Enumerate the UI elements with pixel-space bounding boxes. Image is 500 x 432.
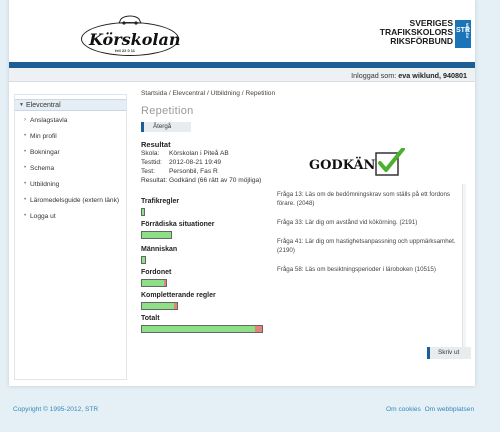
category-bar-wrong (174, 303, 177, 309)
feedback-item: Fråga 33: Lär dig om avstånd vid kökörni… (277, 219, 418, 226)
user-bar: Inloggad som: eva wiklund, 940801 (9, 68, 475, 82)
result-key: Test: (141, 168, 155, 175)
feedback-item: Fråga 41: Lär dig om hastighetsanpassnin… (277, 238, 456, 254)
result-key: Resultat: (141, 177, 168, 184)
bullet-icon: › (24, 117, 26, 123)
sidebar-item-label: Utbildning (30, 181, 60, 188)
print-button[interactable]: Skriv ut (427, 347, 471, 359)
category-bar (141, 256, 146, 264)
nav-group-label: Elevcentral (26, 102, 61, 109)
category-bar (141, 302, 178, 310)
result-heading: Resultat (141, 140, 171, 149)
category-bar (141, 208, 145, 216)
feedback-scrollbar[interactable] (462, 184, 466, 350)
sidebar-item-label: Läromedelsguide (extern länk) (30, 197, 120, 204)
str-badge: STR MEDLEM (455, 20, 471, 48)
bullet-icon: • (24, 213, 27, 219)
category-bar (141, 231, 172, 239)
str-line: RIKSFÖRBUND (390, 36, 453, 46)
result-key: Skola: (141, 150, 160, 157)
footer-links: Om cookies Om webbplatsen (384, 406, 474, 413)
bullet-icon: • (24, 197, 27, 203)
category-label: Förrädiska situationer (141, 221, 215, 228)
header: Körskolan fell 22 0 11 SVERIGES TRAFIKSK… (9, 0, 475, 62)
sidebar: ▼ Elevcentral › Anslagstavla • Min profi… (14, 94, 127, 380)
page-title: Repetition (141, 105, 194, 117)
category-label: Trafikregler (141, 198, 180, 205)
logged-in-label: Inloggad som: (351, 71, 397, 80)
str-name: SVERIGES TRAFIKSKOLORS RIKSFÖRBUND (345, 19, 453, 46)
category-label: Fordonet (141, 269, 172, 276)
sidebar-item-logga-ut[interactable]: • Logga ut (24, 213, 130, 220)
footer-copyright: Copyright © 1995-2012, STR (13, 406, 99, 413)
sidebar-item-bokningar[interactable]: • Bokningar (24, 149, 130, 156)
page-frame: Körskolan fell 22 0 11 SVERIGES TRAFIKSK… (9, 0, 475, 386)
category-label: Totalt (141, 315, 160, 322)
category-bar (141, 325, 263, 333)
category-label: Kompletterande regler (141, 292, 216, 299)
breadcrumb: Startsida / Elevcentral / Utbildning / R… (141, 90, 276, 97)
logo-subtext: fell 22 0 11 (115, 48, 136, 53)
footer-link-about[interactable]: Om webbplatsen (425, 406, 474, 413)
sidebar-item-laromedelsguide[interactable]: • Läromedelsguide (extern länk) (24, 197, 130, 204)
logged-in-user: eva wiklund, 940801 (398, 71, 467, 80)
sidebar-item-anslagstavla[interactable]: › Anslagstavla (24, 117, 130, 124)
checkmark-icon (375, 148, 405, 176)
sidebar-item-label: Bokningar (30, 149, 60, 156)
bullet-icon: • (24, 165, 27, 171)
sidebar-item-label: Min profil (30, 133, 57, 140)
sidebar-item-label: Schema (30, 165, 55, 172)
result-value: Körskolan i Piteå AB (169, 150, 229, 157)
result-value: Personbil, Fas R (169, 168, 218, 175)
category-bar (141, 279, 167, 287)
bullet-icon: • (24, 181, 27, 187)
sidebar-item-label: Anslagstavla (30, 117, 68, 124)
feedback-item: Fråga 13: Läs om de bedömningskrav som s… (277, 191, 450, 207)
footer-link-cookies[interactable]: Om cookies (386, 406, 421, 413)
category-bar-wrong (164, 280, 166, 286)
feedback-list[interactable]: Fråga 13: Läs om de bedömningskrav som s… (271, 184, 461, 350)
str-badge-sub: MEDLEM (465, 23, 469, 39)
back-button[interactable]: Återgå (141, 122, 191, 132)
result-value: 2012-08-21 19:49 (169, 159, 222, 166)
category-bar-wrong (255, 326, 262, 332)
category-label: Människan (141, 246, 178, 253)
sidebar-item-label: Logga ut (30, 213, 56, 220)
bullet-icon: • (24, 149, 27, 155)
logo-text: Körskolan (89, 30, 181, 49)
expand-arrow-icon: ▼ (19, 102, 24, 108)
result-key: Testtid: (141, 159, 162, 166)
sidebar-item-schema[interactable]: • Schema (24, 165, 130, 172)
sidebar-item-min-profil[interactable]: • Min profil (24, 133, 130, 140)
logged-in-text: Inloggad som: eva wiklund, 940801 (351, 71, 467, 80)
bullet-icon: • (24, 133, 27, 139)
feedback-item: Fråga 58: Läs om besiktningsperioder i l… (277, 266, 436, 273)
nav-group-elevcentral[interactable]: ▼ Elevcentral (15, 99, 126, 111)
result-value: Godkänd (66 rätt av 70 möjliga) (169, 177, 262, 184)
main-content: Startsida / Elevcentral / Utbildning / R… (129, 84, 471, 384)
korskolan-logo[interactable]: Körskolan fell 22 0 11 (81, 14, 181, 56)
sidebar-item-utbildning[interactable]: • Utbildning (24, 181, 130, 188)
